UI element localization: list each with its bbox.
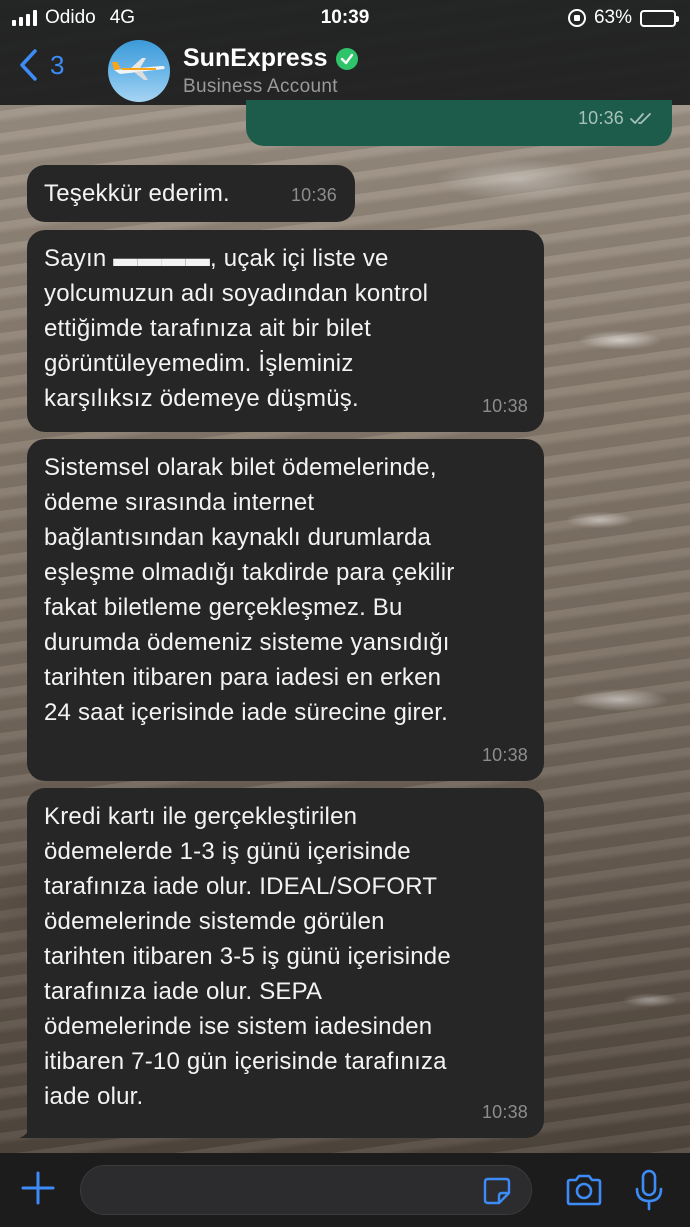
contact-avatar[interactable]	[108, 40, 170, 102]
plus-icon[interactable]	[20, 1170, 56, 1206]
unread-count: 3	[50, 49, 65, 80]
back-button[interactable]: 3	[18, 48, 64, 82]
airplane-icon	[112, 58, 165, 80]
message-time-label: 10:36	[577, 108, 624, 128]
contact-subtitle: Business Account	[183, 76, 338, 97]
chevron-left-icon	[20, 49, 37, 81]
message-time: 10:38	[481, 745, 528, 765]
chat-header: Odido 4G 10:39 63% 3 SunExpress Business…	[0, 0, 690, 105]
bubble-tail	[19, 1120, 37, 1138]
message-time: 10:36	[578, 101, 656, 136]
message-bubble-incoming[interactable]: Sistemsel olarak bilet ödemelerinde, öde…	[27, 439, 544, 781]
chat-nav: 3 SunExpress Business Account	[0, 38, 690, 102]
camera-icon[interactable]	[564, 1173, 604, 1207]
double-check-icon	[630, 112, 651, 124]
message-time: 10:38	[481, 396, 528, 416]
contact-name[interactable]: SunExpress	[183, 44, 358, 73]
message-input[interactable]	[80, 1165, 532, 1215]
message-time: 10:38	[481, 1102, 528, 1122]
sticker-icon[interactable]	[482, 1176, 512, 1206]
verified-check-icon	[335, 47, 358, 70]
message-bubble-incoming[interactable]: Teşekkür ederim. 10:36	[27, 165, 355, 222]
message-bubble-incoming[interactable]: Kredi kartı ile gerçekleştirilen ödemele…	[19, 788, 544, 1138]
microphone-icon[interactable]	[634, 1169, 664, 1211]
message-bubble-incoming[interactable]: Sayın ▬▬▬▬, uçak içi liste ve yolcumuzun…	[27, 230, 544, 432]
message-bubble-outgoing[interactable]: 10:36	[246, 100, 672, 146]
message-text: Sistemsel olarak bilet ödemelerinde, öde…	[44, 454, 455, 726]
battery-percent: 63%	[593, 7, 632, 28]
status-right: 63%	[567, 7, 679, 29]
message-text: Kredi kartı ile gerçekleştirilen ödemele…	[44, 803, 451, 1110]
message-text: Sayın ▬▬▬▬, uçak içi liste ve yolcumuzun…	[44, 245, 429, 412]
rotation-lock-icon	[567, 9, 586, 27]
status-bar: Odido 4G 10:39 63%	[0, 0, 690, 36]
composer-bar	[0, 1153, 690, 1227]
battery-icon	[640, 9, 679, 27]
contact-name-label: SunExpress	[183, 44, 328, 72]
message-time: 10:36	[290, 185, 337, 205]
